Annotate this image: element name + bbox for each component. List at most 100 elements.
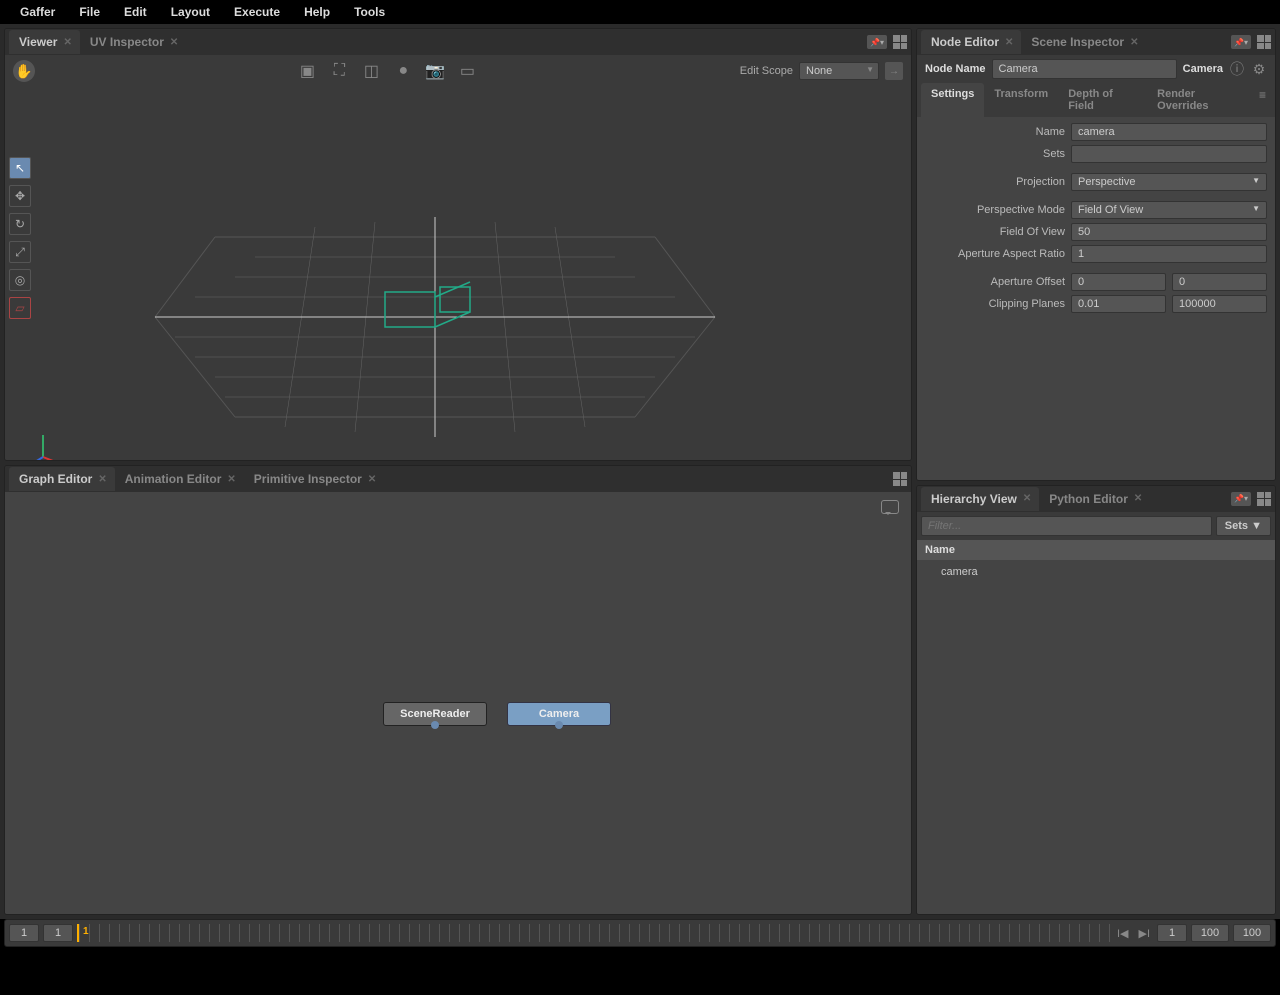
node-type-label: Camera	[1183, 63, 1223, 75]
overscan-icon[interactable]: ▭	[456, 60, 478, 82]
param-fov-input[interactable]	[1071, 223, 1267, 241]
timeline-track[interactable]: 1	[77, 924, 1110, 942]
close-icon[interactable]: ✕	[98, 474, 106, 485]
tab-node-editor[interactable]: Node Editor ✕	[921, 30, 1021, 54]
tab-hierarchy-view[interactable]: Hierarchy View ✕	[921, 487, 1039, 511]
node-label: Camera	[539, 708, 579, 720]
tab-uv-inspector[interactable]: UV Inspector ✕	[80, 30, 186, 54]
translate-tool[interactable]: ✥	[9, 185, 31, 207]
param-sets-input[interactable]	[1071, 145, 1267, 163]
subtab-render-overrides[interactable]: Render Overrides	[1147, 83, 1254, 117]
timeline-endrange-input[interactable]	[1191, 924, 1229, 942]
annotation-icon[interactable]	[881, 500, 899, 514]
layout-grid-icon[interactable]	[893, 35, 907, 49]
menu-tools[interactable]: Tools	[342, 1, 397, 23]
node-output-port[interactable]	[431, 721, 439, 729]
hierarchy-tabs: Hierarchy View ✕ Python Editor ✕	[917, 486, 1275, 512]
close-icon[interactable]: ✕	[1023, 493, 1031, 504]
hierarchy-header-name[interactable]: Name	[917, 540, 1275, 560]
subtab-transform[interactable]: Transform	[984, 83, 1058, 117]
close-icon[interactable]: ✕	[170, 37, 178, 48]
pin-icon[interactable]	[1231, 35, 1251, 49]
tab-primitive-inspector[interactable]: Primitive Inspector ✕	[244, 467, 384, 491]
shaded-icon[interactable]: ●	[392, 60, 414, 82]
param-clip-label: Clipping Planes	[925, 298, 1065, 310]
edit-scope-dropdown[interactable]: None	[799, 62, 879, 80]
viewport[interactable]	[35, 87, 911, 460]
wireframe-icon[interactable]: ◫	[360, 60, 382, 82]
close-icon[interactable]: ✕	[63, 37, 71, 48]
param-aoff-label: Aperture Offset	[925, 276, 1065, 288]
scale-tool[interactable]: ⤢	[9, 241, 31, 263]
info-icon[interactable]: ⓘ	[1229, 61, 1245, 77]
graph-tabs: Graph Editor ✕ Animation Editor ✕ Primit…	[5, 466, 911, 492]
tab-animation-editor[interactable]: Animation Editor ✕	[115, 467, 244, 491]
param-aoff-y-input[interactable]	[1172, 273, 1267, 291]
camera-gizmo	[385, 282, 470, 327]
node-output-port[interactable]	[555, 721, 563, 729]
subtab-menu-icon[interactable]: ≡	[1254, 83, 1271, 117]
camera-tool[interactable]: ◎	[9, 269, 31, 291]
param-projection-dropdown[interactable]: Perspective	[1071, 173, 1267, 191]
pin-icon[interactable]	[867, 35, 887, 49]
param-pmode-dropdown[interactable]: Field Of View	[1071, 201, 1267, 219]
timeline-prev-key-icon[interactable]: I◀	[1114, 927, 1132, 940]
hierarchy-tree[interactable]: camera	[917, 560, 1275, 914]
tab-scene-inspector[interactable]: Scene Inspector ✕	[1021, 30, 1146, 54]
node-name-input[interactable]	[992, 59, 1177, 79]
param-aar-input[interactable]	[1071, 245, 1267, 263]
gear-icon[interactable]: ⚙	[1251, 61, 1267, 77]
select-tool[interactable]: ↖	[9, 157, 31, 179]
tab-graph-editor[interactable]: Graph Editor ✕	[9, 467, 115, 491]
close-icon[interactable]: ✕	[1134, 493, 1142, 504]
param-aoff-x-input[interactable]	[1071, 273, 1166, 291]
close-icon[interactable]: ✕	[227, 474, 235, 485]
tab-viewer[interactable]: Viewer ✕	[9, 30, 80, 54]
rotate-tool[interactable]: ↻	[9, 213, 31, 235]
timeline-next-key-icon[interactable]: ▶I	[1135, 927, 1153, 940]
subtab-depth-of-field[interactable]: Depth of Field	[1058, 83, 1147, 117]
layout-grid-icon[interactable]	[893, 472, 907, 486]
menu-execute[interactable]: Execute	[222, 1, 292, 23]
menu-file[interactable]: File	[67, 1, 112, 23]
timeline-start-input[interactable]	[9, 924, 39, 942]
param-clip-far-input[interactable]	[1172, 295, 1267, 313]
timeline-endmax-input[interactable]	[1233, 924, 1271, 942]
viewer-toolbar: ✋ ▣ ⛶ ◫ ● 📷 ▭ Edit Scope None →	[5, 55, 911, 87]
pin-icon[interactable]	[1231, 492, 1251, 506]
timeline-current-input[interactable]	[43, 924, 73, 942]
node-editor-panel: Node Editor ✕ Scene Inspector ✕ Node Nam…	[916, 28, 1276, 481]
parameters: Name Sets Projection Perspective Perspec…	[917, 117, 1275, 480]
cube-icon[interactable]: ▣	[296, 60, 318, 82]
filter-input[interactable]	[921, 516, 1212, 536]
param-name-input[interactable]	[1071, 123, 1267, 141]
tab-python-editor[interactable]: Python Editor ✕	[1039, 487, 1150, 511]
sets-button[interactable]: Sets ▼	[1216, 516, 1271, 536]
close-icon[interactable]: ✕	[1005, 37, 1013, 48]
close-icon[interactable]: ✕	[1130, 37, 1138, 48]
hierarchy-item-camera[interactable]: camera	[921, 564, 1271, 580]
param-projection-label: Projection	[925, 176, 1065, 188]
node-scenereader[interactable]: SceneReader	[383, 702, 487, 726]
subtab-settings[interactable]: Settings	[921, 83, 984, 117]
viewer-tabs: Viewer ✕ UV Inspector ✕	[5, 29, 911, 55]
menu-help[interactable]: Help	[292, 1, 342, 23]
menu-layout[interactable]: Layout	[159, 1, 222, 23]
layout-grid-icon[interactable]	[1257, 35, 1271, 49]
edit-scope-next-icon[interactable]: →	[885, 62, 903, 80]
graph-canvas[interactable]: SceneReader Camera	[5, 492, 911, 914]
hierarchy-toolbar: Sets ▼	[917, 512, 1275, 540]
menu-gaffer[interactable]: Gaffer	[8, 1, 67, 23]
camera-icon[interactable]: 📷	[424, 60, 446, 82]
param-clip-near-input[interactable]	[1071, 295, 1166, 313]
crop-tool[interactable]: ▱	[9, 297, 31, 319]
layout-grid-icon[interactable]	[1257, 492, 1271, 506]
expand-icon[interactable]: ⛶	[328, 60, 350, 82]
param-aar-label: Aperture Aspect Ratio	[925, 248, 1065, 260]
timeline-endin-input[interactable]	[1157, 924, 1187, 942]
menu-edit[interactable]: Edit	[112, 1, 159, 23]
node-camera[interactable]: Camera	[507, 702, 611, 726]
pan-icon[interactable]: ✋	[13, 60, 35, 82]
close-icon[interactable]: ✕	[368, 474, 376, 485]
hierarchy-panel: Hierarchy View ✕ Python Editor ✕ Sets ▼ …	[916, 485, 1276, 915]
